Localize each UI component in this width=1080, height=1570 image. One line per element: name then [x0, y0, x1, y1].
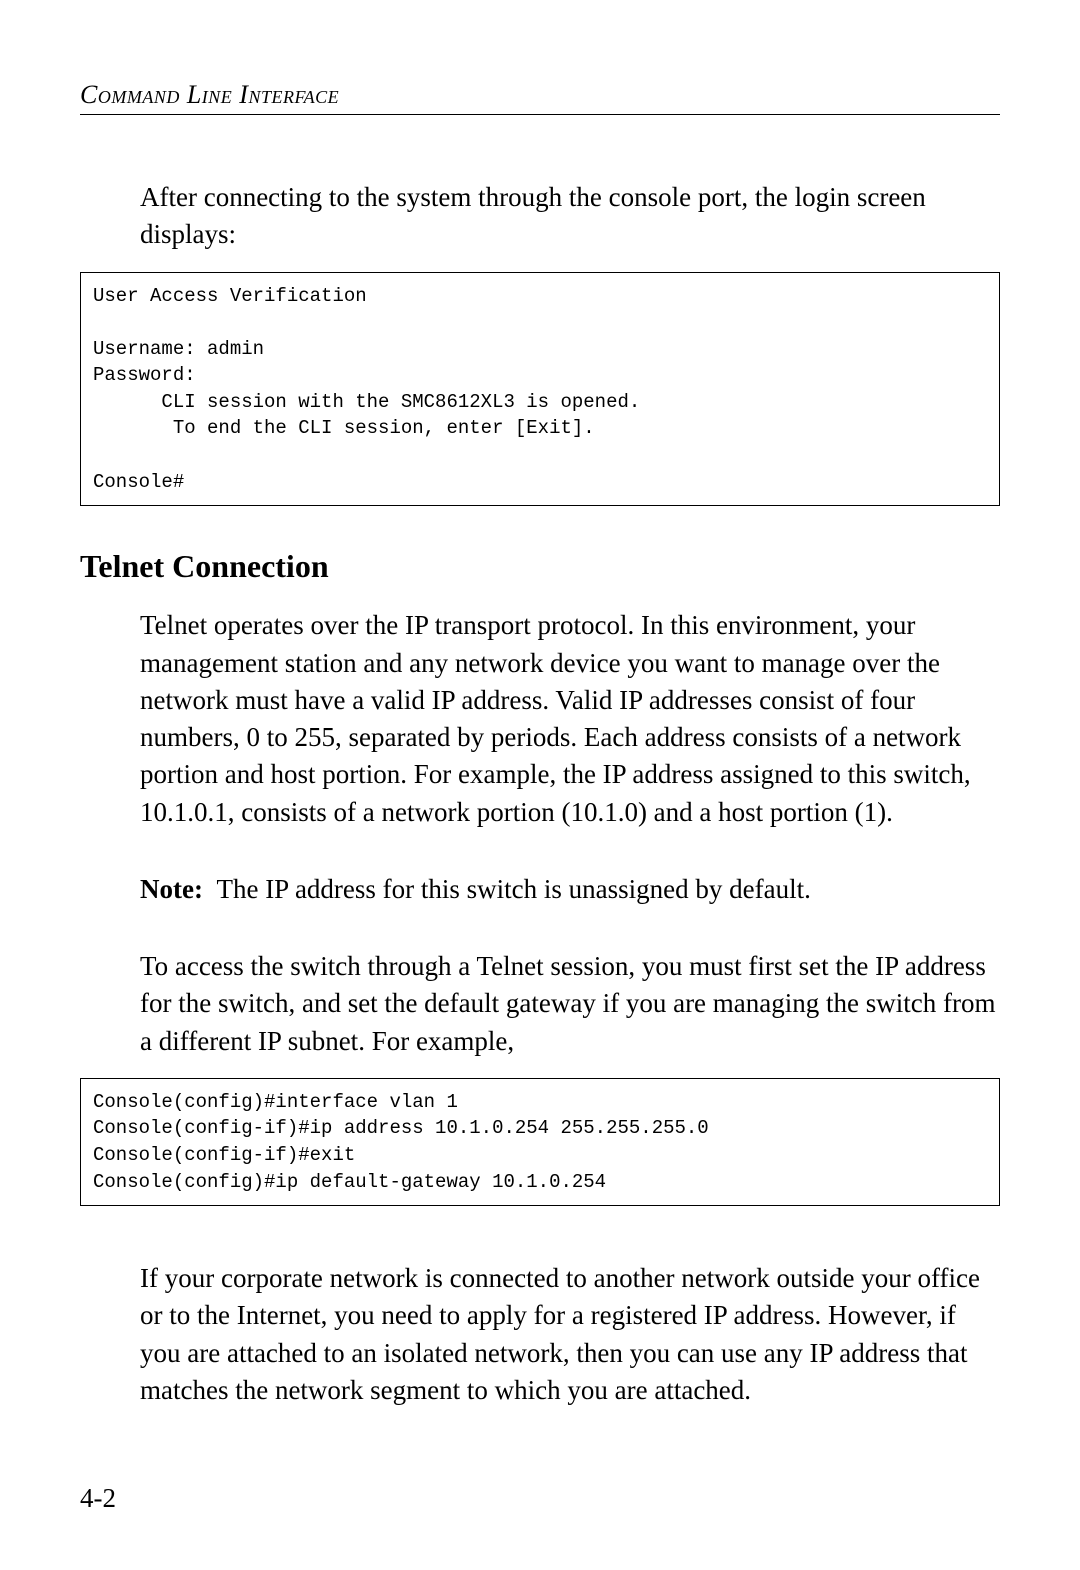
- telnet-paragraph-3: If your corporate network is connected t…: [140, 1260, 1000, 1409]
- telnet-paragraph-1: Telnet operates over the IP transport pr…: [140, 607, 1000, 831]
- running-header: Command Line Interface: [80, 80, 1000, 115]
- spacer: [140, 849, 1000, 871]
- page: Command Line Interface After connecting …: [0, 0, 1080, 1570]
- page-number: 4-2: [80, 1483, 116, 1514]
- note-line: Note: The IP address for this switch is …: [140, 871, 1000, 908]
- telnet-body: Telnet operates over the IP transport pr…: [140, 607, 1000, 1060]
- telnet-heading: Telnet Connection: [80, 548, 1000, 585]
- spacer: [140, 926, 1000, 948]
- telnet-setup-code-block: Console(config)#interface vlan 1 Console…: [80, 1078, 1000, 1206]
- telnet-after-code: If your corporate network is connected t…: [140, 1260, 1000, 1409]
- note-label: Note:: [140, 874, 203, 904]
- telnet-paragraph-2: To access the switch through a Telnet se…: [140, 948, 1000, 1060]
- intro-block: After connecting to the system through t…: [140, 179, 1000, 254]
- login-code-block: User Access Verification Username: admin…: [80, 272, 1000, 507]
- intro-paragraph: After connecting to the system through t…: [140, 179, 1000, 254]
- note-text: The IP address for this switch is unassi…: [216, 874, 810, 904]
